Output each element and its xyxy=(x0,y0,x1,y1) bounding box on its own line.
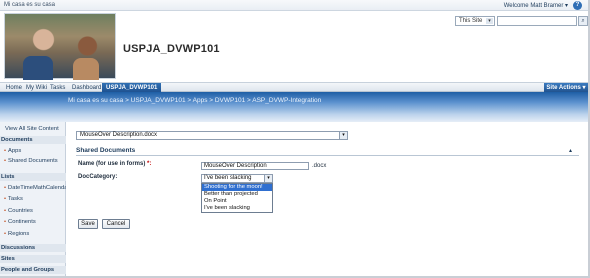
top-bar: Mi casa es su casa Welcome Matt Bramer ▾… xyxy=(0,0,588,11)
doccategory-value: I've been slacking xyxy=(204,175,252,181)
doccategory-option[interactable]: I've been slacking xyxy=(202,205,272,212)
quick-launch-item-tasks[interactable]: Tasks xyxy=(4,196,23,202)
quick-launch-people-heading[interactable]: People and Groups xyxy=(0,266,66,274)
quick-launch-lists-heading[interactable]: Lists xyxy=(0,173,66,181)
quick-launch-discussions-heading[interactable]: Discussions xyxy=(0,244,66,252)
quick-launch-item-apps[interactable]: Apps xyxy=(4,148,21,154)
quick-launch-item-regions[interactable]: Regions xyxy=(4,231,29,237)
document-select-value: MouseOver Description.docx xyxy=(80,132,158,138)
file-extension: .docx xyxy=(312,163,327,169)
search-scope-select[interactable]: This Site ▾ xyxy=(455,16,495,26)
doccategory-option[interactable]: On Point xyxy=(202,198,272,205)
doccategory-option[interactable]: Better than projected xyxy=(202,191,272,198)
welcome-menu[interactable]: Welcome Matt Bramer ▾ xyxy=(504,2,568,9)
view-all-site-content-link[interactable]: View All Site Content xyxy=(5,126,59,132)
name-field-label-text: Name (for use in forms) xyxy=(78,161,146,167)
top-site-link[interactable]: Mi casa es su casa xyxy=(4,2,55,8)
chevron-down-icon: ▾ xyxy=(339,132,347,139)
save-button[interactable]: Save xyxy=(78,219,98,229)
site-banner: USPJA_DVWP101 This Site ▾ ⌕ xyxy=(0,11,588,82)
page: Mi casa es su casa Welcome Matt Bramer ▾… xyxy=(0,0,590,278)
chevron-down-icon: ▾ xyxy=(486,18,493,24)
chevron-down-icon: ▾ xyxy=(264,175,272,182)
name-field-value: MouseOver Description xyxy=(204,163,267,169)
name-field[interactable]: MouseOver Description xyxy=(201,162,309,170)
help-icon[interactable]: ? xyxy=(573,1,582,10)
quick-launch: View All Site Content Documents Apps Sha… xyxy=(0,122,69,278)
section-divider xyxy=(76,155,579,156)
quick-launch-item-countries[interactable]: Countries xyxy=(4,208,33,214)
title-area: Mi casa es su casa > USPJA_DVWP101 > App… xyxy=(0,92,588,122)
site-title[interactable]: USPJA_DVWP101 xyxy=(123,43,220,55)
doccategory-label: DocCategory: xyxy=(78,174,118,180)
doccategory-option[interactable]: Shooting for the moon! xyxy=(202,184,272,191)
collapse-icon[interactable]: ▴ xyxy=(569,147,572,154)
quick-launch-item-continents[interactable]: Continents xyxy=(4,219,36,225)
cancel-button[interactable]: Cancel xyxy=(102,219,130,229)
photo-figure-right xyxy=(73,58,99,80)
quick-launch-item-shared-documents[interactable]: Shared Documents xyxy=(4,158,58,164)
breadcrumb[interactable]: Mi casa es su casa > USPJA_DVWP101 > App… xyxy=(68,97,321,104)
top-nav-tabs: Home My Wiki Tasks Dashboard USPJA_DVWP1… xyxy=(0,82,588,93)
section-title: Shared Documents xyxy=(76,147,136,154)
name-field-label: Name (for use in forms) *: xyxy=(78,161,151,167)
quick-launch-item-datetimemathcalendar[interactable]: DateTimeMathCalendar xyxy=(4,185,69,191)
main-content: MouseOver Description.docx ▾ Shared Docu… xyxy=(66,122,588,278)
quick-launch-documents-heading[interactable]: Documents xyxy=(0,136,66,144)
required-marker: *: xyxy=(145,161,152,167)
search-icon[interactable]: ⌕ xyxy=(578,16,588,26)
search-input[interactable] xyxy=(497,16,577,26)
doccategory-select[interactable]: I've been slacking ▾ xyxy=(201,174,273,183)
document-select[interactable]: MouseOver Description.docx ▾ xyxy=(76,131,348,140)
photo-figure-left xyxy=(23,56,53,80)
search-scope-label: This Site xyxy=(459,18,483,24)
site-logo-photo xyxy=(4,13,116,80)
doccategory-dropdown: Shooting for the moon! Better than proje… xyxy=(201,183,273,213)
quick-launch-sites-heading[interactable]: Sites xyxy=(0,255,66,263)
